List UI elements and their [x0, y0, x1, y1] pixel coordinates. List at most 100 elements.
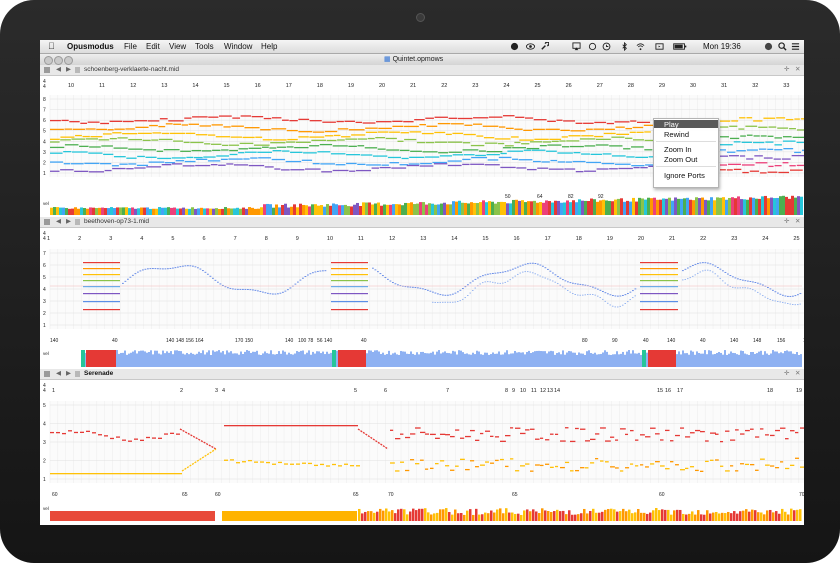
note	[452, 293, 454, 295]
pane-toggle-button[interactable]	[44, 67, 50, 73]
close-pane-icon[interactable]: ✕	[795, 217, 800, 227]
velocity-bar	[451, 514, 454, 521]
bar-number: 27	[597, 83, 603, 89]
note	[680, 469, 685, 471]
battery-icon[interactable]	[672, 42, 688, 51]
note	[127, 278, 129, 280]
note	[314, 464, 318, 467]
close-button[interactable]	[44, 56, 53, 65]
velocity-bar	[359, 205, 362, 215]
split-icon[interactable]: ✛	[784, 369, 789, 379]
velocity-label: 70	[799, 492, 804, 498]
menu-item-zoom-in[interactable]: Zoom In	[664, 145, 692, 154]
note	[795, 457, 800, 459]
note	[584, 170, 597, 172]
velocity-bar	[622, 508, 625, 521]
cloud-icon[interactable]	[510, 42, 519, 51]
note	[459, 289, 462, 291]
zoom-button[interactable]	[64, 56, 73, 65]
menu-tools[interactable]: Tools	[195, 40, 214, 53]
clock[interactable]: Mon 19:36	[703, 40, 741, 53]
note	[750, 428, 754, 430]
piano-roll-2[interactable]: 44 1 2 3 4 5 6 7 8 9 10 11 12 13 14 15 16 17 18 19 20 21 22 23 2…	[40, 227, 804, 369]
forward-arrow-icon[interactable]: ▶	[66, 369, 71, 379]
split-icon[interactable]: ✛	[784, 217, 789, 227]
bar-number: 10	[520, 388, 526, 394]
minimize-button[interactable]	[54, 56, 63, 65]
menu-window[interactable]: Window	[224, 40, 252, 53]
file-name[interactable]: schoenberg-verklaerte-nacht.mid	[84, 65, 179, 75]
note	[397, 140, 404, 142]
bar-number: 22	[441, 83, 447, 89]
note	[164, 162, 176, 164]
velocity-bar	[688, 513, 691, 521]
menu-edit[interactable]: Edit	[146, 40, 160, 53]
note	[726, 169, 733, 171]
file-name[interactable]: beethoven-op73-1.mid	[84, 217, 149, 227]
pane-toggle-button[interactable]	[44, 371, 50, 377]
note	[83, 301, 120, 303]
note	[344, 463, 348, 465]
note	[467, 295, 469, 296]
wifi-icon[interactable]	[636, 42, 645, 51]
list-icon[interactable]	[791, 42, 800, 51]
bluetooth-icon[interactable]	[620, 42, 629, 51]
note	[747, 287, 749, 289]
menu-item-play[interactable]: Play	[664, 120, 679, 129]
back-arrow-icon[interactable]: ◀	[56, 217, 61, 227]
note	[787, 295, 789, 297]
menu-file[interactable]: File	[124, 40, 137, 53]
forward-arrow-icon[interactable]: ▶	[66, 217, 71, 227]
eye-icon[interactable]	[526, 42, 535, 51]
velocity-bar	[665, 198, 668, 215]
note	[289, 287, 292, 289]
sync-icon[interactable]	[588, 42, 597, 51]
note	[122, 439, 126, 441]
wrench-icon[interactable]	[540, 42, 549, 51]
close-pane-icon[interactable]: ✕	[795, 369, 800, 379]
velocity-bar	[300, 350, 302, 367]
piano-roll-3[interactable]: 44 1 2 3 4 5 6 7 8 9 10 11 12 13 14 15 16 17 18 195432160 65…	[40, 379, 804, 525]
note	[228, 144, 240, 146]
pane-toggle-button[interactable]	[44, 219, 50, 225]
menu-item-rewind[interactable]: Rewind	[664, 130, 689, 139]
forward-arrow-icon[interactable]: ▶	[66, 65, 71, 75]
menu-item-zoom-out[interactable]: Zoom Out	[664, 155, 697, 164]
note	[125, 128, 135, 130]
note	[660, 439, 664, 441]
note	[199, 268, 202, 270]
note	[336, 120, 344, 123]
menu-view[interactable]: View	[169, 40, 186, 53]
note	[68, 430, 72, 432]
velocity-bar	[140, 207, 143, 215]
y-tick-label: 5	[43, 275, 46, 281]
menu-item-ignore-ports[interactable]: Ignore Ports	[664, 171, 705, 180]
note	[338, 465, 342, 467]
split-icon[interactable]: ✛	[784, 65, 789, 75]
velocity-bar	[731, 197, 734, 215]
note	[632, 139, 645, 141]
flag-icon[interactable]	[655, 42, 664, 51]
app-menu[interactable]: Opusmodus	[67, 40, 114, 53]
time-machine-icon[interactable]	[602, 42, 611, 51]
airplay-icon[interactable]	[572, 42, 581, 51]
note	[800, 466, 804, 468]
menu-help[interactable]: Help	[261, 40, 277, 53]
note	[330, 153, 346, 155]
velocity-bar	[108, 350, 110, 367]
search-icon[interactable]	[778, 42, 787, 51]
close-pane-icon[interactable]: ✕	[795, 65, 800, 75]
bar-number: 18	[576, 236, 582, 242]
user-icon[interactable]	[764, 42, 773, 51]
velocity-bar	[754, 353, 756, 367]
apple-icon[interactable]: 	[48, 40, 55, 53]
note	[217, 281, 219, 283]
back-arrow-icon[interactable]: ◀	[56, 369, 61, 379]
velocity-bar	[221, 208, 224, 215]
back-arrow-icon[interactable]: ◀	[56, 65, 61, 75]
note	[183, 141, 190, 144]
note	[533, 119, 547, 121]
file-name[interactable]: Serenade	[84, 369, 113, 379]
note	[162, 268, 164, 270]
bar-number: 30	[690, 83, 696, 89]
